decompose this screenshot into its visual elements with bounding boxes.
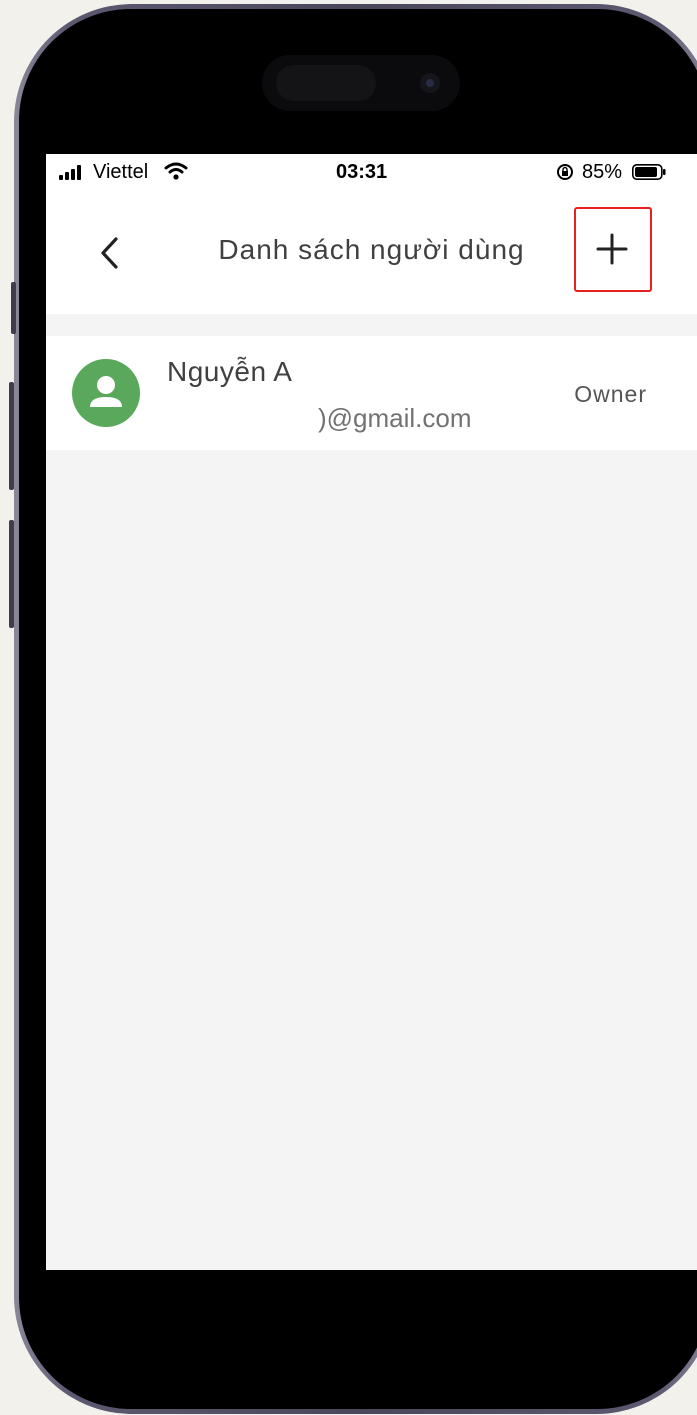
front-camera: [420, 73, 440, 93]
battery-icon: [632, 164, 666, 180]
volume-down-button: [9, 520, 14, 628]
dynamic-island: [262, 55, 460, 111]
volume-up-button: [9, 382, 14, 490]
user-list-item[interactable]: Nguyễn A )@gmail.com Owner: [46, 336, 697, 450]
nav-bar: Danh sách người dùng: [46, 190, 697, 314]
person-icon: [90, 376, 122, 407]
user-role: Owner: [574, 381, 647, 407]
wifi-icon: [164, 162, 188, 180]
screen: Viettel 03:31 85% Danh sách người dùng N…: [46, 154, 697, 1270]
plus-icon: [596, 233, 628, 265]
user-email: )@gmail.com: [318, 403, 472, 433]
signal-icon: [59, 165, 83, 180]
carrier-name: Viettel: [93, 161, 149, 183]
add-user-button[interactable]: [574, 207, 652, 292]
battery-percent: 85%: [582, 161, 623, 183]
status-bar: Viettel 03:31 85%: [46, 154, 697, 190]
status-time: 03:31: [336, 161, 388, 183]
mute-switch: [11, 282, 16, 334]
orientation-lock-icon: [557, 164, 573, 180]
avatar: [72, 359, 140, 427]
user-name: Nguyễn A: [167, 356, 293, 387]
